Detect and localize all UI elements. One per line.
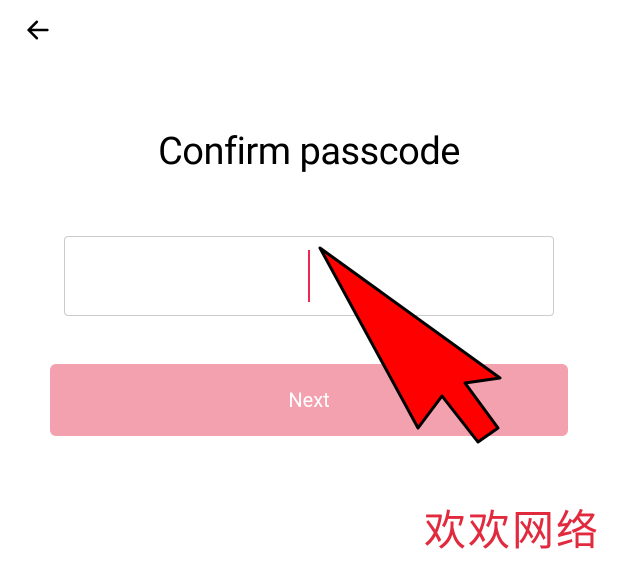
next-button-label: Next — [288, 388, 329, 412]
back-button[interactable] — [18, 12, 58, 52]
text-cursor — [308, 250, 310, 302]
next-button[interactable]: Next — [50, 364, 568, 436]
watermark-text: 欢欢网络 — [424, 497, 600, 558]
page-title: Confirm passcode — [0, 130, 618, 174]
back-arrow-icon — [24, 16, 52, 48]
passcode-input[interactable] — [64, 236, 554, 316]
